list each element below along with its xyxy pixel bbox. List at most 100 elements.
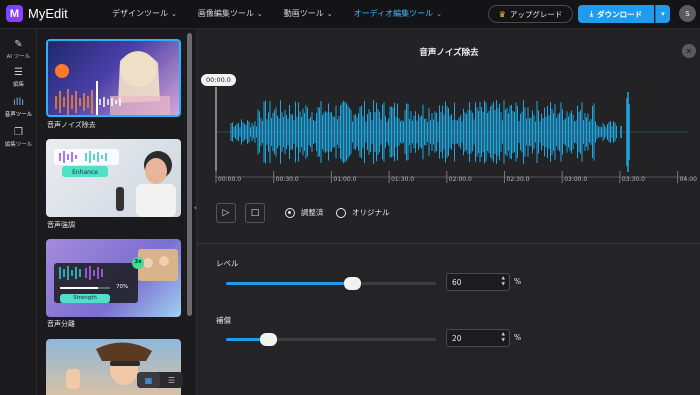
sidebar-item-label: 音声ツール [4,111,33,118]
upgrade-label: アップグレード [509,9,563,19]
download-options-button[interactable]: ▾ [655,5,670,23]
level-unit: % [514,277,522,286]
grid-icon: ▦ [144,375,153,385]
compensation-slider-thumb[interactable] [260,333,277,346]
ruler-tick-label: 01:00.0 [333,176,357,183]
ruler-tick-label: 02:00.0 [448,176,472,183]
sliders-icon: ☰ [14,66,23,78]
download-icon: ⤓ [589,9,594,18]
waveform-icon: ıllı [12,96,25,108]
level-slider[interactable] [226,277,436,290]
compensation-value: 20 [452,333,462,343]
upgrade-button[interactable]: ♛ アップグレード [488,5,573,23]
caret-down-icon: ▾ [661,10,665,18]
level-value: 60 [452,277,462,287]
sidebar-item-label: AI ツール [6,53,31,60]
settings-panel: レベル 60 ▲ ▼ % 補償 20 ▲ ▼ % [197,244,700,395]
ruler-tick-label: 03:30.0 [621,176,645,183]
main-nav: デザインツール ⌄ 画像編集ツール ⌄ 動画ツール ⌄ オーディオ編集ツール ⌄ [112,8,463,19]
magic-wand-icon: ✎ [14,38,23,50]
ruler-tick-label: 00:00.0 [218,176,242,183]
radio-label: オリジナル [352,208,390,217]
ruler-tick-label: 01:30.0 [391,176,415,183]
nav-video-tools[interactable]: 動画ツール ⌄ [284,8,333,19]
grid-view-button[interactable]: ▦ [137,372,160,388]
list-view-button[interactable]: ☰ [160,372,183,388]
level-label: レベル [216,259,239,268]
level-slider-thumb[interactable] [344,277,361,290]
radio-indicator [285,207,295,218]
avatar[interactable]: S [679,5,696,22]
card-label: 音声強調 [47,221,75,229]
ruler-tick-label: 02:30.0 [506,176,530,183]
compensation-input[interactable]: 20 ▲ ▼ [446,329,510,347]
multiplier-badge: 3x [134,259,142,265]
ruler-tick-label: 03:00.0 [564,176,588,183]
logo-mark: M [6,5,23,22]
sidebar-item-editing-tools[interactable]: ❐ 編集ツール [0,122,37,152]
nav-label: 動画ツール [283,9,324,18]
chevron-down-icon: ⌄ [256,9,263,18]
sidebar-item-ai-tools[interactable]: ✎ AI ツール [0,34,37,64]
chevron-down-icon: ⌄ [326,9,333,18]
tool-library: 音声ノイズ除去 Enhance 音声強調 3x 70% Strength 音声分… [37,29,194,395]
card-label: 音声ノイズ除去 [47,121,96,129]
nav-image-tools[interactable]: 画像編集ツール ⌄ [198,8,263,19]
card-label: 音声分離 [47,320,75,328]
crown-icon: ♛ [498,9,506,19]
compensation-unit: % [514,333,522,342]
app-logo[interactable]: M MyEdit [6,5,68,22]
top-bar: M MyEdit デザインツール ⌄ 画像編集ツール ⌄ 動画ツール ⌄ オーディオ編… [0,0,700,29]
tool-sidebar: ✎ AI ツール ☰ 編集 ıllı 音声ツール ❐ 編集ツール [0,29,37,395]
play-button[interactable]: ▷ [216,203,236,223]
chevron-down-icon: ⌄ [436,9,442,18]
chevron-down-icon: ⌄ [171,9,177,18]
card-voice-separation[interactable]: 3x 70% Strength [46,239,181,317]
editor-panel: 音声ノイズ除去 ✕ 00:00.0 00:00.0 00:30.0 01:00.0 0… [196,29,700,395]
stepper-icon[interactable]: ▲ ▼ [502,276,505,288]
strength-badge: Strength [73,295,97,301]
nav-label: オーディオ編集ツール [353,9,434,18]
ruler-tick-label: 04:00 [679,176,697,183]
app-name: MyEdit [28,6,68,21]
library-scrollbar[interactable] [187,33,192,316]
card-voice-enhance[interactable]: Enhance [46,139,181,217]
waveform[interactable] [197,87,700,187]
radio-adjusted[interactable]: 調整済 [285,207,324,218]
card-thumbnail [55,51,170,115]
download-button[interactable]: ⤓ ダウンロード [578,5,654,23]
sidebar-item-label: 編集 [12,81,24,88]
radio-label: 調整済 [301,208,324,217]
ruler-tick-label: 00:30.0 [275,176,299,183]
card-thumbnail [54,249,178,303]
play-icon: ▷ [222,208,230,218]
list-icon: ☰ [167,375,176,385]
nav-label: 画像編集ツール [197,9,254,18]
card-noise-removal[interactable] [46,39,181,117]
enhance-badge: Enhance [72,169,98,176]
nav-design-tools[interactable]: デザインツール ⌄ [112,8,177,19]
close-button[interactable]: ✕ [682,44,696,58]
stop-button[interactable]: □ [245,203,265,223]
view-toggle: ▦ ☰ [137,372,183,388]
radio-original[interactable]: オリジナル [336,207,390,218]
compensation-label: 補償 [216,316,231,325]
card-thumbnail [54,149,176,217]
audio-badge-icon [55,64,69,78]
download-label: ダウンロード [597,9,643,19]
level-input[interactable]: 60 ▲ ▼ [446,273,510,291]
level-slider-fill [226,282,352,285]
sidebar-item-label: 編集ツール [4,141,33,148]
playhead-time: 00:00.0 [201,74,236,86]
stop-icon: □ [250,208,260,218]
stepper-icon[interactable]: ▲ ▼ [502,332,505,344]
close-icon: ✕ [685,46,693,56]
sidebar-item-audio-tools[interactable]: ıllı 音声ツール [0,92,37,122]
sidebar-item-edit[interactable]: ☰ 編集 [0,62,37,92]
nav-audio-tools[interactable]: オーディオ編集ツール ⌄ [354,8,442,19]
percent-readout: 70% [116,284,129,290]
nav-label: デザインツール [112,9,168,18]
layers-icon: ❐ [14,126,23,138]
compensation-slider[interactable] [226,333,436,346]
page-title: 音声ノイズ除去 [419,48,479,58]
